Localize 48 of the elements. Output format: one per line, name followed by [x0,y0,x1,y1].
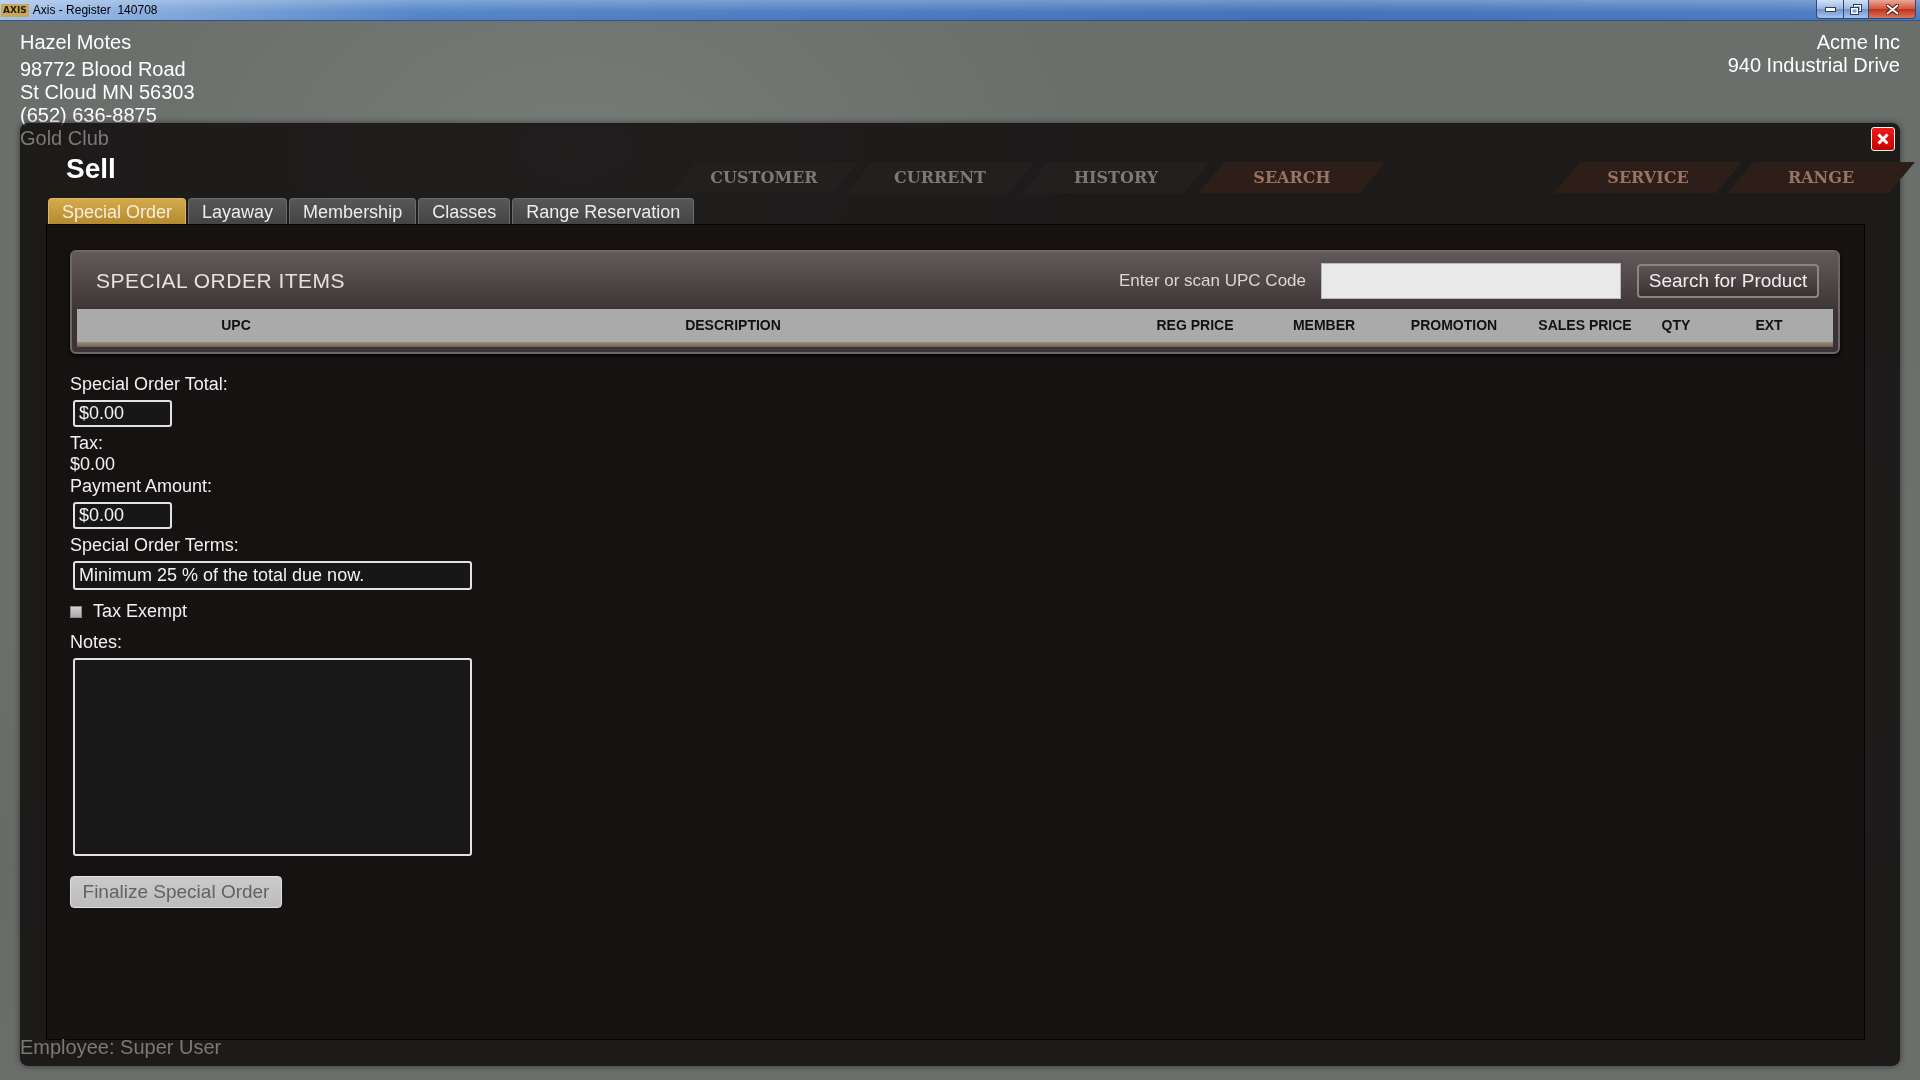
close-icon [1877,133,1889,145]
column-header: SALES PRICE [1537,316,1633,335]
column-header: REG PRICE [1155,316,1235,335]
membership-level: Gold Club [20,127,109,150]
column-header: PROMOTION [1409,316,1499,335]
column-header: UPC [220,316,252,335]
close-icon [1885,3,1899,15]
input-field[interactable]: Minimum 25 % of the total due now. [73,561,472,590]
field-label: Special Order Terms: [70,535,239,556]
app-logo: AXIS [1,3,29,17]
customer-address: St Cloud MN 56303 [20,81,195,104]
customer-name: Hazel Motes [20,31,132,54]
dialog-tab[interactable]: Range Reservation [512,198,695,224]
customer-phone: (652) 636-8875 [20,104,157,127]
column-header: MEMBER [1291,316,1357,335]
checkbox[interactable] [70,605,82,618]
column-header: QTY [1660,316,1692,335]
employee-label: Employee: Super User [20,1037,222,1057]
restore-button[interactable] [1843,0,1869,19]
field-label: Notes: [70,632,123,653]
search-product-button[interactable]: Search for Product [1637,263,1819,298]
checkbox-label: Tax Exempt [93,601,188,622]
panel-title: SPECIAL ORDER ITEMS [96,268,346,293]
window-title: Axis - Register 140708 [32,3,158,17]
nav-tab[interactable]: RANGE [1727,162,1915,193]
dialog-tab[interactable]: Classes [418,198,511,224]
column-header: DESCRIPTION [684,316,782,335]
restore-icon [1850,3,1862,15]
dialog-close-button[interactable] [1871,127,1895,151]
field-value: $0.00 [70,454,116,475]
field-label: Payment Amount: [70,476,213,497]
upc-label: Enter or scan UPC Code [1118,270,1306,291]
input-field[interactable]: $0.00 [73,502,172,529]
field-label: Special Order Total: [70,374,228,395]
minimize-icon [1824,6,1836,12]
column-header: EXT [1754,316,1784,335]
minimize-button[interactable] [1816,0,1843,19]
input-field[interactable]: $0.00 [73,400,172,427]
dialog-title: Sell [66,153,116,185]
window-close-button[interactable] [1869,0,1916,19]
upc-input-field[interactable] [1321,262,1621,299]
dialog-tab[interactable]: Membership [289,198,417,224]
store-address: 940 Industrial Drive [1727,54,1900,77]
dialog-tab[interactable]: Layaway [188,198,288,224]
customer-address: 98772 Blood Road [20,58,186,81]
store-name: Acme Inc [1816,31,1900,54]
notes-field[interactable] [73,658,472,856]
field-label: Tax: [70,433,103,454]
